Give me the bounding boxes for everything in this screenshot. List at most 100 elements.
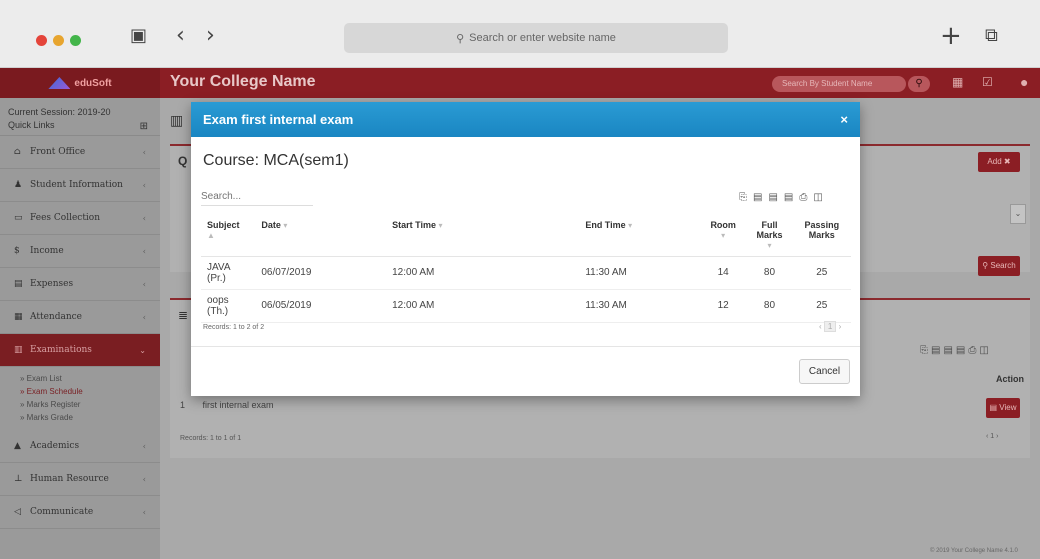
print-icon[interactable]: ⎙ [799, 192, 807, 203]
calendar-icon[interactable]: ▦ [952, 75, 963, 89]
sidebar-item-examinations[interactable]: ▥ Examinations ⌄ [0, 334, 160, 367]
sidebar-item-student-information[interactable]: ♟ Student Information ‹ [0, 169, 160, 202]
forward-icon[interactable]: › [206, 24, 215, 48]
csv-icon[interactable]: ▤ [768, 192, 777, 203]
export-tools[interactable]: ⎘▤▤▤⎙◫ [920, 345, 992, 356]
cell-date: 06/07/2019 [255, 256, 387, 290]
cell-end-time: 11:30 AM [579, 256, 701, 290]
cancel-button[interactable]: Cancel [799, 359, 850, 384]
col-full-marks[interactable]: Full Marks ▾ [746, 216, 793, 257]
submenu-item-exam-schedule[interactable]: » Exam Schedule [20, 385, 160, 398]
col-passing-marks[interactable]: Passing Marks [792, 216, 851, 257]
copy-icon[interactable]: ⎘ [739, 192, 747, 203]
sidebar-item-label: Expenses [30, 279, 74, 289]
sidebar-item-income[interactable]: $ Income ‹ [0, 235, 160, 268]
quick-links-grid-icon[interactable]: ⊞ [140, 120, 148, 133]
modal-title: Exam first internal exam [203, 112, 354, 127]
sidebar-item-label: Fees Collection [30, 213, 101, 223]
user-avatar-icon[interactable]: ● [1020, 74, 1028, 90]
exam-schedule-modal: Exam first internal exam × Course: MCA(s… [191, 102, 860, 396]
tasks-icon[interactable]: ☑ [982, 75, 993, 89]
submenu-item-marks-grade[interactable]: » Marks Grade [20, 411, 160, 424]
users-icon: ♟ [14, 180, 23, 190]
chevron-left-icon: ‹ [142, 147, 146, 157]
current-session: Current Session: 2019-20 [8, 107, 111, 117]
col-room[interactable]: Room ▾ [700, 216, 747, 257]
sort-icon: ▾ [767, 241, 772, 250]
address-bar[interactable]: ⚲ Search or enter website name [344, 23, 728, 53]
quick-links[interactable]: Quick Links [8, 119, 152, 132]
sidebar-item-label: Front Office [30, 147, 86, 157]
select-dropdown[interactable]: ⌄ [1010, 204, 1026, 224]
sidebar-item-academics[interactable]: ▲ Academics ‹ [0, 430, 160, 463]
cell-start-time: 12:00 AM [386, 289, 580, 323]
sidebar-item-attendance[interactable]: ▦ Attendance ‹ [0, 301, 160, 334]
cell-room: 14 [700, 256, 747, 290]
col-subject[interactable]: Subject ▲ [201, 216, 256, 257]
bullhorn-icon: ◁ [14, 507, 21, 517]
browser-toolbar: ▣ ‹ › ⚲ Search or enter website name + ⧉ [0, 0, 1040, 68]
app-header: eduSoft Your College Name Search By Stud… [0, 68, 1040, 98]
cell-subject: oops (Th.) [201, 289, 256, 323]
action-header: Action [996, 374, 1024, 384]
search-icon: ⚲ [456, 32, 465, 45]
list-icon: ≣ [178, 308, 189, 322]
sort-icon: ▾ [283, 221, 288, 230]
tabs-overview-icon[interactable]: ⧉ [985, 24, 998, 48]
window-controls [36, 35, 81, 46]
sort-icon: ▾ [438, 221, 443, 230]
chevron-left-icon: ‹ [142, 312, 146, 322]
chevron-left-icon: ‹ [142, 180, 146, 190]
back-icon[interactable]: ‹ [176, 24, 185, 48]
cell-room: 12 [700, 289, 747, 323]
table-row: oops (Th.) 06/05/2019 12:00 AM 11:30 AM … [201, 289, 851, 323]
student-search-input[interactable]: Search By Student Name [772, 76, 906, 92]
logo[interactable]: eduSoft [0, 68, 160, 98]
columns-icon[interactable]: ◫ [813, 192, 822, 203]
sitemap-icon: ⊥ [14, 474, 23, 484]
sidebar-item-human-resource[interactable]: ⊥ Human Resource ‹ [0, 463, 160, 496]
money-icon: ▭ [14, 213, 23, 223]
cell-passing-marks: 25 [792, 289, 851, 323]
sort-icon: ▾ [721, 231, 726, 240]
col-start-time[interactable]: Start Time ▾ [386, 216, 580, 257]
search-button[interactable]: ⚲ Search [978, 256, 1020, 276]
minimize-window-button[interactable] [53, 35, 64, 46]
cell-full-marks: 80 [746, 256, 793, 290]
sidebar-item-label: Attendance [30, 312, 82, 322]
chevron-left-icon: ‹ [142, 507, 146, 517]
sidebar-item-front-office[interactable]: ⌂ Front Office ‹ [0, 136, 160, 169]
close-icon[interactable]: × [840, 112, 848, 127]
modal-header: Exam first internal exam × [191, 102, 860, 137]
view-button[interactable]: ▤ View [986, 398, 1020, 418]
table-row: JAVA (Pr.) 06/07/2019 12:00 AM 11:30 AM … [201, 256, 851, 290]
add-button[interactable]: Add ✖ [978, 152, 1020, 172]
graduation-icon: ▲ [14, 441, 21, 451]
maximize-window-button[interactable] [70, 35, 81, 46]
excel-icon[interactable]: ▤ [753, 192, 762, 203]
exam-schedule-table: Subject ▲ Date ▾ Start Time ▾ End Time ▾ … [201, 216, 851, 323]
page-number[interactable]: 1 [823, 321, 837, 332]
submenu-item-exam-list[interactable]: » Exam List [20, 372, 160, 385]
col-end-time[interactable]: End Time ▾ [579, 216, 701, 257]
col-date[interactable]: Date ▾ [255, 216, 387, 257]
table-search-input[interactable] [201, 188, 313, 206]
close-window-button[interactable] [36, 35, 47, 46]
pagination[interactable]: ‹ 1 › [986, 433, 998, 440]
sidebar-item-fees-collection[interactable]: ▭ Fees Collection ‹ [0, 202, 160, 235]
sidebar-toggle-icon[interactable]: ▣ [130, 24, 147, 48]
student-search-button[interactable]: ⚲ [908, 76, 930, 92]
sidebar-item-expenses[interactable]: ▤ Expenses ‹ [0, 268, 160, 301]
sort-icon: ▾ [628, 221, 633, 230]
new-tab-icon[interactable]: + [940, 23, 962, 49]
pdf-icon[interactable]: ▤ [784, 192, 793, 203]
cell-date: 06/05/2019 [255, 289, 387, 323]
pagination[interactable]: ‹ 1 › [819, 321, 841, 332]
cell-start-time: 12:00 AM [386, 256, 580, 290]
submenu-item-marks-register[interactable]: » Marks Register [20, 398, 160, 411]
sort-icon: ▲ [207, 231, 215, 240]
chevron-left-icon: ‹ [142, 279, 146, 289]
cell-full-marks: 80 [746, 289, 793, 323]
calendar-icon: ▦ [14, 312, 23, 322]
sidebar-item-communicate[interactable]: ◁ Communicate ‹ [0, 496, 160, 529]
